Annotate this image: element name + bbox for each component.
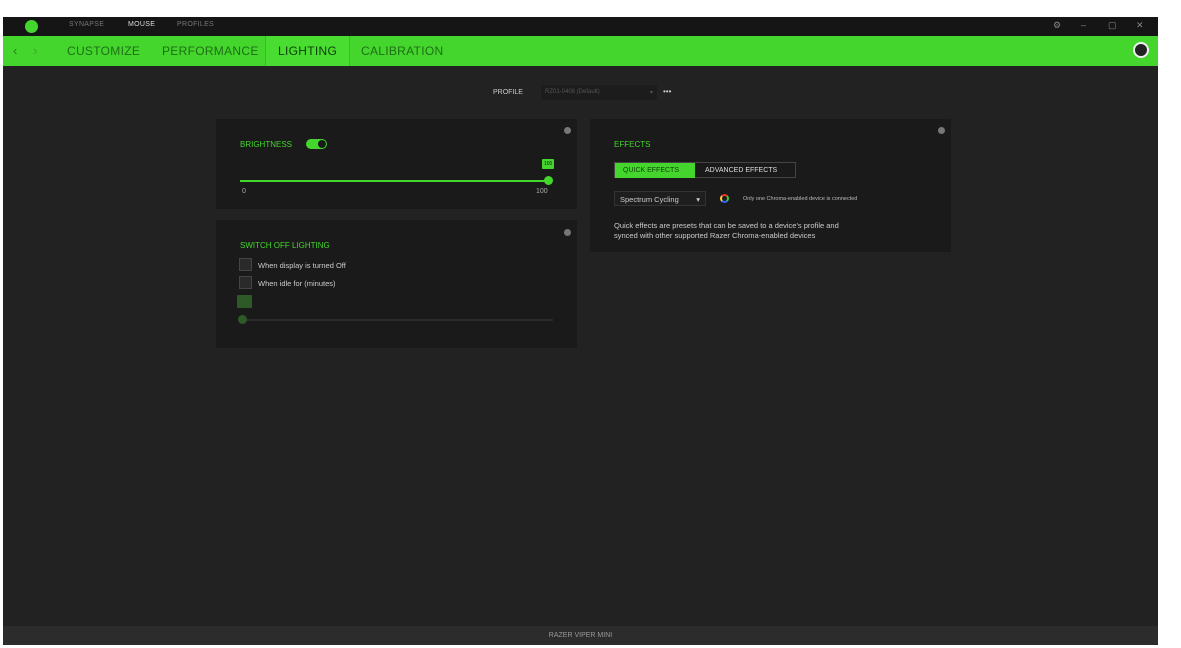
switch-off-lighting-card: SWITCH OFF LIGHTING When display is turn…: [216, 220, 577, 348]
brightness-slider-track[interactable]: [240, 180, 548, 182]
maximize-icon[interactable]: ▢: [1108, 20, 1117, 31]
effect-value: Spectrum Cycling: [620, 195, 679, 204]
avatar[interactable]: [1133, 42, 1149, 58]
forward-icon[interactable]: ›: [33, 43, 37, 58]
chroma-icon: [720, 194, 729, 203]
device-footer: RAZER VIPER MINI: [3, 626, 1158, 645]
effects-title: EFFECTS: [614, 140, 651, 149]
idle-slider-handle[interactable]: [238, 315, 247, 324]
brightness-card: BRIGHTNESS 100 0 100: [216, 119, 577, 209]
profile-dropdown[interactable]: RZ01-0408 (Default) ▾: [541, 85, 657, 100]
minimize-icon[interactable]: –: [1081, 20, 1086, 30]
chevron-down-icon: ▾: [696, 195, 700, 204]
effect-dropdown[interactable]: Spectrum Cycling ▾: [614, 191, 706, 206]
title-bar: SYNAPSE MOUSE PROFILES ⚙ – ▢ ✕: [3, 17, 1158, 36]
quick-effects-button[interactable]: QUICK EFFECTS: [615, 163, 695, 178]
brightness-slider-handle[interactable]: [544, 176, 553, 185]
advanced-effects-button[interactable]: ADVANCED EFFECTS: [697, 163, 785, 178]
back-icon[interactable]: ‹: [13, 43, 17, 58]
brightness-toggle[interactable]: [306, 139, 327, 149]
idle-checkbox[interactable]: [239, 276, 252, 289]
effects-description-line1: Quick effects are presets that can be sa…: [614, 221, 839, 230]
chevron-down-icon: ▾: [649, 90, 653, 96]
tab-synapse[interactable]: SYNAPSE: [69, 21, 104, 28]
profile-label: PROFILE: [493, 89, 523, 96]
tab-profiles[interactable]: PROFILES: [177, 21, 214, 28]
tab-mouse[interactable]: MOUSE: [128, 21, 155, 28]
switch-off-title: SWITCH OFF LIGHTING: [240, 241, 330, 250]
tab-calibration[interactable]: CALIBRATION: [361, 44, 443, 58]
chroma-note: Only one Chroma-enabled device is connec…: [743, 196, 858, 202]
close-icon[interactable]: ✕: [1136, 20, 1144, 31]
tab-performance[interactable]: PERFORMANCE: [162, 44, 259, 58]
help-icon[interactable]: [564, 127, 571, 134]
help-icon[interactable]: [564, 229, 571, 236]
tab-customize[interactable]: CUSTOMIZE: [67, 44, 140, 58]
brightness-value-bubble: 100: [542, 159, 555, 169]
effects-card: EFFECTS QUICK EFFECTS ADVANCED EFFECTS S…: [590, 119, 951, 252]
idle-value-bubble: [237, 295, 252, 308]
settings-icon[interactable]: ⚙: [1053, 20, 1061, 31]
idle-label: When idle for (minutes): [258, 279, 336, 288]
razer-synapse-window: SYNAPSE MOUSE PROFILES ⚙ – ▢ ✕ ‹ › CUSTO…: [3, 17, 1158, 645]
brightness-max-label: 100: [536, 188, 548, 195]
more-options-button[interactable]: •••: [663, 87, 671, 96]
nav-bar: ‹ › CUSTOMIZE PERFORMANCE LIGHTING CALIB…: [3, 36, 1158, 66]
brightness-min-label: 0: [242, 188, 246, 195]
brightness-title: BRIGHTNESS: [240, 140, 293, 149]
help-icon[interactable]: [938, 127, 945, 134]
idle-slider-track[interactable]: [240, 319, 553, 321]
razer-logo-icon: [25, 20, 38, 33]
effects-segmented-control: QUICK EFFECTS ADVANCED EFFECTS: [614, 162, 796, 178]
effects-description-line2: synced with other supported Razer Chroma…: [614, 231, 816, 240]
device-name: RAZER VIPER MINI: [548, 632, 613, 639]
profile-value: RZ01-0408 (Default): [545, 89, 600, 95]
display-off-label: When display is turned Off: [258, 261, 346, 270]
display-off-checkbox[interactable]: [239, 258, 252, 271]
tab-lighting[interactable]: LIGHTING: [265, 36, 351, 66]
